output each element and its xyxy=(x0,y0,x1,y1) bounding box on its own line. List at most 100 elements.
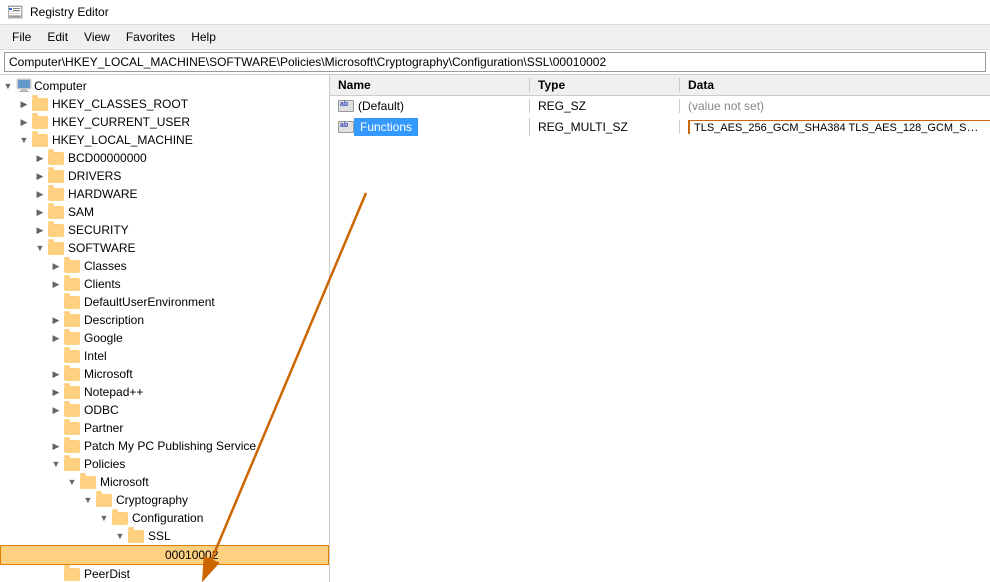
table-row-default[interactable]: (Default) REG_SZ (value not set) xyxy=(330,96,990,116)
expand-microsoft[interactable]: ▶ xyxy=(48,366,64,382)
menu-favorites[interactable]: Favorites xyxy=(118,27,183,47)
menu-help[interactable]: Help xyxy=(183,27,224,47)
col-header-name: Name xyxy=(330,78,530,92)
table-row-functions[interactable]: Functions REG_MULTI_SZ TLS_AES_256_GCM_S… xyxy=(330,116,990,138)
expand-bcd[interactable]: ▶ xyxy=(32,150,48,166)
expand-google[interactable]: ▶ xyxy=(48,330,64,346)
expand-classes-root[interactable]: ▶ xyxy=(16,96,32,112)
address-path[interactable]: Computer\HKEY_LOCAL_MACHINE\SOFTWARE\Pol… xyxy=(4,52,986,72)
label-defaultuserenv: DefaultUserEnvironment xyxy=(82,295,215,309)
col-header-type: Type xyxy=(530,78,680,92)
tree-item-notepadpp[interactable]: ▶ Notepad++ xyxy=(0,383,329,401)
tree-item-patchmypc[interactable]: ▶ Patch My PC Publishing Service xyxy=(0,437,329,455)
folder-icon-configuration xyxy=(112,512,128,525)
tree-item-pol-microsoft[interactable]: ▼ Microsoft xyxy=(0,473,329,491)
expand-odbc[interactable]: ▶ xyxy=(48,402,64,418)
expand-ssl[interactable]: ▼ xyxy=(112,528,128,544)
tree-item-ssl[interactable]: ▼ SSL xyxy=(0,527,329,545)
tree-item-classes-root[interactable]: ▶ HKEY_CLASSES_ROOT xyxy=(0,95,329,113)
label-intel: Intel xyxy=(82,349,107,363)
expand-classes[interactable]: ▶ xyxy=(48,258,64,274)
folder-icon-microsoft xyxy=(64,368,80,381)
label-odbc: ODBC xyxy=(82,403,119,417)
tree-panel[interactable]: ▼ Computer ▶ HKEY_CLASSES_ROOT ▶ HKEY_CU… xyxy=(0,75,330,582)
label-00010002: 00010002 xyxy=(163,548,218,562)
tree-item-hardware[interactable]: ▶ HARDWARE xyxy=(0,185,329,203)
tree-item-google[interactable]: ▶ Google xyxy=(0,329,329,347)
tree-item-clients[interactable]: ▶ Clients xyxy=(0,275,329,293)
expand-sam[interactable]: ▶ xyxy=(32,204,48,220)
menu-view[interactable]: View xyxy=(76,27,118,47)
tree-item-cryptography[interactable]: ▼ Cryptography xyxy=(0,491,329,509)
tree-item-peerdist[interactable]: ▶ PeerDist xyxy=(0,565,329,582)
reg-icon-functions xyxy=(338,121,354,133)
tree-item-policies[interactable]: ▼ Policies xyxy=(0,455,329,473)
expand-notepadpp[interactable]: ▶ xyxy=(48,384,64,400)
expand-policies[interactable]: ▼ xyxy=(48,456,64,472)
tree-item-security[interactable]: ▶ SECURITY xyxy=(0,221,329,239)
folder-icon-intel xyxy=(64,350,80,363)
expand-patchmypc[interactable]: ▶ xyxy=(48,438,64,454)
menu-edit[interactable]: Edit xyxy=(39,27,76,47)
tree-item-computer[interactable]: ▼ Computer xyxy=(0,77,329,95)
table-body: (Default) REG_SZ (value not set) Functio… xyxy=(330,96,990,582)
table-header: Name Type Data xyxy=(330,75,990,96)
tree-item-classes[interactable]: ▶ Classes xyxy=(0,257,329,275)
folder-icon-security xyxy=(48,224,64,237)
expand-clients[interactable]: ▶ xyxy=(48,276,64,292)
functions-name-cell: Functions xyxy=(330,118,530,136)
expand-local-machine[interactable]: ▼ xyxy=(16,132,32,148)
folder-icon-defaultuserenv xyxy=(64,296,80,309)
tree-item-intel[interactable]: ▶ Intel xyxy=(0,347,329,365)
tree-item-defaultuserenv[interactable]: ▶ DefaultUserEnvironment xyxy=(0,293,329,311)
title-bar-text: Registry Editor xyxy=(30,5,109,19)
folder-icon-00010002 xyxy=(145,549,161,562)
folder-icon-notepadpp xyxy=(64,386,80,399)
folder-icon-classes-root xyxy=(32,98,48,111)
tree-item-drivers[interactable]: ▶ DRIVERS xyxy=(0,167,329,185)
tree-item-sam[interactable]: ▶ SAM xyxy=(0,203,329,221)
label-notepadpp: Notepad++ xyxy=(82,385,143,399)
tree-item-odbc[interactable]: ▶ ODBC xyxy=(0,401,329,419)
folder-icon-sam xyxy=(48,206,64,219)
tree-item-software[interactable]: ▼ SOFTWARE xyxy=(0,239,329,257)
expand-hardware[interactable]: ▶ xyxy=(32,186,48,202)
label-google: Google xyxy=(82,331,123,345)
folder-icon-pol-microsoft xyxy=(80,476,96,489)
tree-item-microsoft[interactable]: ▶ Microsoft xyxy=(0,365,329,383)
label-ssl: SSL xyxy=(146,529,171,543)
menu-file[interactable]: File xyxy=(4,27,39,47)
label-pol-microsoft: Microsoft xyxy=(98,475,149,489)
expand-description[interactable]: ▶ xyxy=(48,312,64,328)
tree-item-local-machine[interactable]: ▼ HKEY_LOCAL_MACHINE xyxy=(0,131,329,149)
folder-icon-odbc xyxy=(64,404,80,417)
expand-configuration[interactable]: ▼ xyxy=(96,510,112,526)
tree-item-bcd[interactable]: ▶ BCD00000000 xyxy=(0,149,329,167)
label-hardware: HARDWARE xyxy=(66,187,138,201)
functions-type-cell: REG_MULTI_SZ xyxy=(530,120,680,134)
expand-cryptography[interactable]: ▼ xyxy=(80,492,96,508)
tree-item-current-user[interactable]: ▶ HKEY_CURRENT_USER xyxy=(0,113,329,131)
expand-pol-microsoft[interactable]: ▼ xyxy=(64,474,80,490)
folder-icon-patchmypc xyxy=(64,440,80,453)
label-sam: SAM xyxy=(66,205,94,219)
label-classes-root: HKEY_CLASSES_ROOT xyxy=(50,97,188,111)
tree-item-configuration[interactable]: ▼ Configuration xyxy=(0,509,329,527)
expand-computer[interactable]: ▼ xyxy=(0,78,16,94)
expand-drivers[interactable]: ▶ xyxy=(32,168,48,184)
label-configuration: Configuration xyxy=(130,511,203,525)
menu-bar: File Edit View Favorites Help xyxy=(0,25,990,50)
expand-security[interactable]: ▶ xyxy=(32,222,48,238)
tree-item-00010002[interactable]: ▶ 00010002 xyxy=(0,545,329,565)
tree-item-partner[interactable]: ▶ Partner xyxy=(0,419,329,437)
address-bar: Computer\HKEY_LOCAL_MACHINE\SOFTWARE\Pol… xyxy=(0,50,990,75)
functions-data-value: TLS_AES_256_GCM_SHA384 TLS_AES_128_GCM_S… xyxy=(688,120,990,134)
main-area: ▼ Computer ▶ HKEY_CLASSES_ROOT ▶ HKEY_CU… xyxy=(0,75,990,582)
tree-item-description[interactable]: ▶ Description xyxy=(0,311,329,329)
label-classes: Classes xyxy=(82,259,127,273)
folder-icon-software xyxy=(48,242,64,255)
computer-icon xyxy=(16,78,32,94)
folder-icon-google xyxy=(64,332,80,345)
expand-current-user[interactable]: ▶ xyxy=(16,114,32,130)
expand-software[interactable]: ▼ xyxy=(32,240,48,256)
